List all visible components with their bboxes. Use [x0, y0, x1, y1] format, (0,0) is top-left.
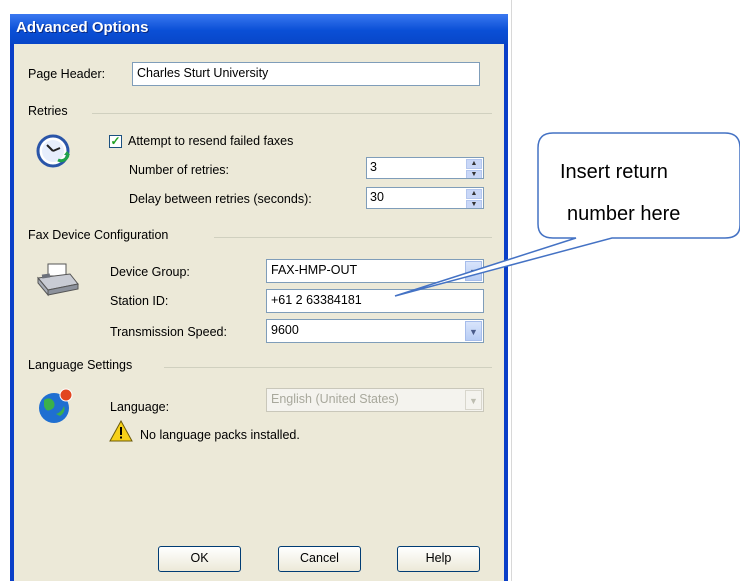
callout-shape	[394, 132, 740, 297]
callout-line-2: number here	[567, 203, 681, 225]
callout-line-1: Insert return	[560, 161, 668, 183]
